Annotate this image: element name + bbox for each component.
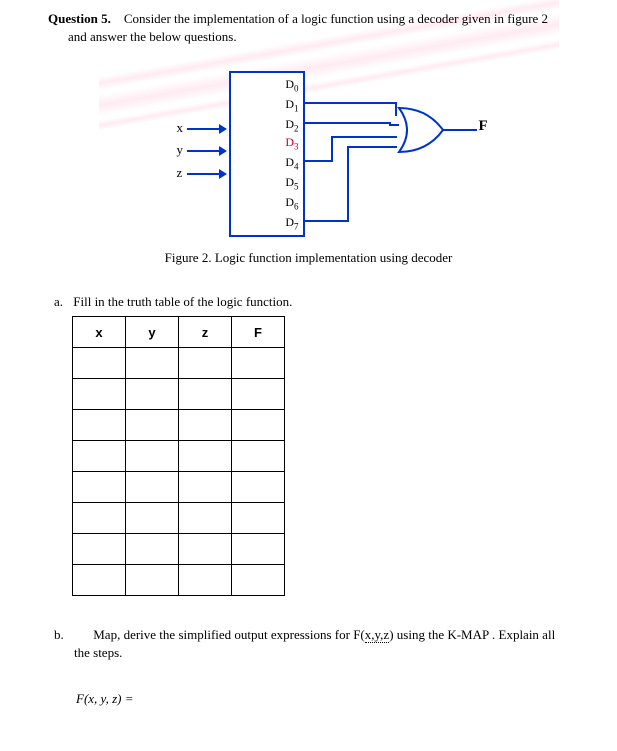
wire: [347, 146, 349, 222]
col-x: x: [73, 317, 126, 348]
table-row: [73, 503, 285, 534]
part-a-letter: a.: [54, 294, 70, 310]
decoder-output-d4: D4: [285, 155, 298, 171]
input-label-y: y: [177, 142, 184, 158]
arrow-icon: [219, 146, 227, 156]
arrow-icon: [219, 169, 227, 179]
arrow-icon: [219, 124, 227, 134]
wire: [331, 136, 397, 138]
wire: [303, 122, 391, 124]
wire: [331, 136, 333, 162]
input-label-x: x: [177, 120, 184, 136]
col-z: z: [179, 317, 232, 348]
figure-caption: Figure 2. Logic function implementation …: [48, 250, 569, 266]
decoder-box: D0 D1 D2 D3 D4 D5 D6 D7: [229, 71, 305, 237]
decoder-output-d2: D2: [285, 117, 298, 133]
or-gate-icon: [397, 106, 457, 154]
wire: [303, 160, 333, 162]
part-b-text1: Map, derive the simplified output expres…: [93, 627, 365, 642]
part-b-prompt: b. Map, derive the simplified output exp…: [54, 626, 569, 661]
table-row: [73, 410, 285, 441]
part-a-text: Fill in the truth table of the logic fun…: [73, 294, 292, 309]
table-row: [73, 565, 285, 596]
table-row: [73, 379, 285, 410]
decoder-output-d5: D5: [285, 175, 298, 191]
table-row: [73, 472, 285, 503]
wire: [453, 129, 477, 131]
question-prompt-line2: and answer the below questions.: [68, 29, 237, 44]
figure-2: x y z D0 D1 D2 D3 D4 D5 D6 D7: [119, 66, 499, 246]
input-label-z: z: [177, 165, 183, 181]
table-row: [73, 534, 285, 565]
part-b-text2: ) using the K-MAP . Explain all: [389, 627, 555, 642]
col-y: y: [126, 317, 179, 348]
table-row: [73, 348, 285, 379]
col-f: F: [232, 317, 285, 348]
wire: [187, 150, 221, 152]
wire: [347, 146, 397, 148]
decoder-output-d6: D6: [285, 195, 298, 211]
wire: [303, 102, 397, 104]
wire: [187, 128, 221, 130]
decoder-output-d0: D0: [285, 77, 298, 93]
fx-expression: F(x, y, z) =: [76, 691, 569, 707]
decoder-output-d1: D1: [285, 97, 298, 113]
part-b-letter: b.: [54, 626, 70, 644]
part-b-vars: x,y,z: [365, 627, 389, 643]
part-a-prompt: a. Fill in the truth table of the logic …: [54, 294, 569, 310]
part-b-line2: the steps.: [74, 645, 122, 660]
wire: [187, 173, 221, 175]
truth-table: x y z F: [72, 316, 285, 596]
table-row: [73, 441, 285, 472]
table-header-row: x y z F: [73, 317, 285, 348]
output-label-f: F: [479, 118, 488, 135]
wire: [303, 220, 349, 222]
question-number: Question 5.: [48, 11, 111, 26]
decoder-output-d3: D3: [285, 135, 298, 151]
decoder-output-d7: D7: [285, 215, 298, 231]
